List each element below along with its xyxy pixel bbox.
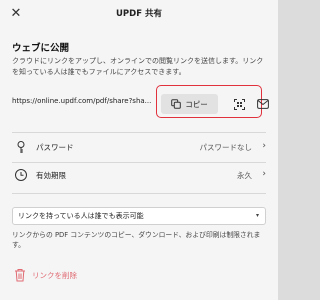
trash-icon bbox=[15, 269, 25, 282]
qr-code-icon bbox=[233, 98, 245, 110]
mail-button[interactable] bbox=[252, 94, 274, 114]
access-permission-value: リンクを持っている人は誰でも表示可能 bbox=[18, 212, 144, 220]
title-bar: ✕ UPDF 共有 bbox=[0, 0, 278, 28]
chevron-right-icon: › bbox=[262, 169, 266, 179]
delete-link-button[interactable]: リンクを削除 bbox=[12, 268, 132, 284]
access-permission-select[interactable]: リンクを持っている人は誰でも表示可能 ▾ bbox=[12, 207, 266, 225]
copy-link-button[interactable]: コピー bbox=[161, 94, 218, 114]
section-heading: ウェブに公開 bbox=[12, 43, 70, 54]
restriction-note: リンクからの PDF コンテンツのコピー、ダウンロード、および印刷は制限されます… bbox=[12, 231, 261, 249]
divider bbox=[12, 132, 266, 133]
qr-code-button[interactable] bbox=[226, 94, 252, 114]
expiry-value: 永久 bbox=[237, 171, 252, 180]
password-value: パスワードなし bbox=[199, 143, 253, 152]
expiry-label: 有効期限 bbox=[36, 171, 66, 180]
share-panel: ✕ UPDF 共有 ウェブに公開 クラウドにリンクをアップし、オンラインでの閲覧… bbox=[0, 0, 278, 300]
expiry-setting-row[interactable]: 有効期限 永久 › bbox=[12, 162, 266, 190]
divider bbox=[12, 193, 266, 194]
delete-link-label: リンクを削除 bbox=[32, 271, 77, 280]
chevron-right-icon: › bbox=[262, 141, 266, 151]
password-setting-row[interactable]: パスワード パスワードなし › bbox=[12, 134, 266, 162]
share-link-row: https://online.updf.com/pdf/share?sha...… bbox=[12, 85, 270, 118]
key-icon bbox=[17, 141, 25, 153]
mail-icon bbox=[257, 99, 269, 109]
copy-label: コピー bbox=[185, 99, 208, 109]
share-link-url[interactable]: https://online.updf.com/pdf/share?sha... bbox=[12, 97, 157, 105]
window-title: UPDF 共有 bbox=[116, 9, 162, 19]
chevron-down-icon: ▾ bbox=[255, 212, 259, 219]
publish-description: クラウドにリンクをアップし、オンラインでの閲覧リンクを送信します。リンクを知って… bbox=[12, 57, 264, 76]
password-label: パスワード bbox=[36, 143, 74, 152]
clock-icon bbox=[15, 169, 27, 181]
copy-icon bbox=[171, 99, 182, 109]
